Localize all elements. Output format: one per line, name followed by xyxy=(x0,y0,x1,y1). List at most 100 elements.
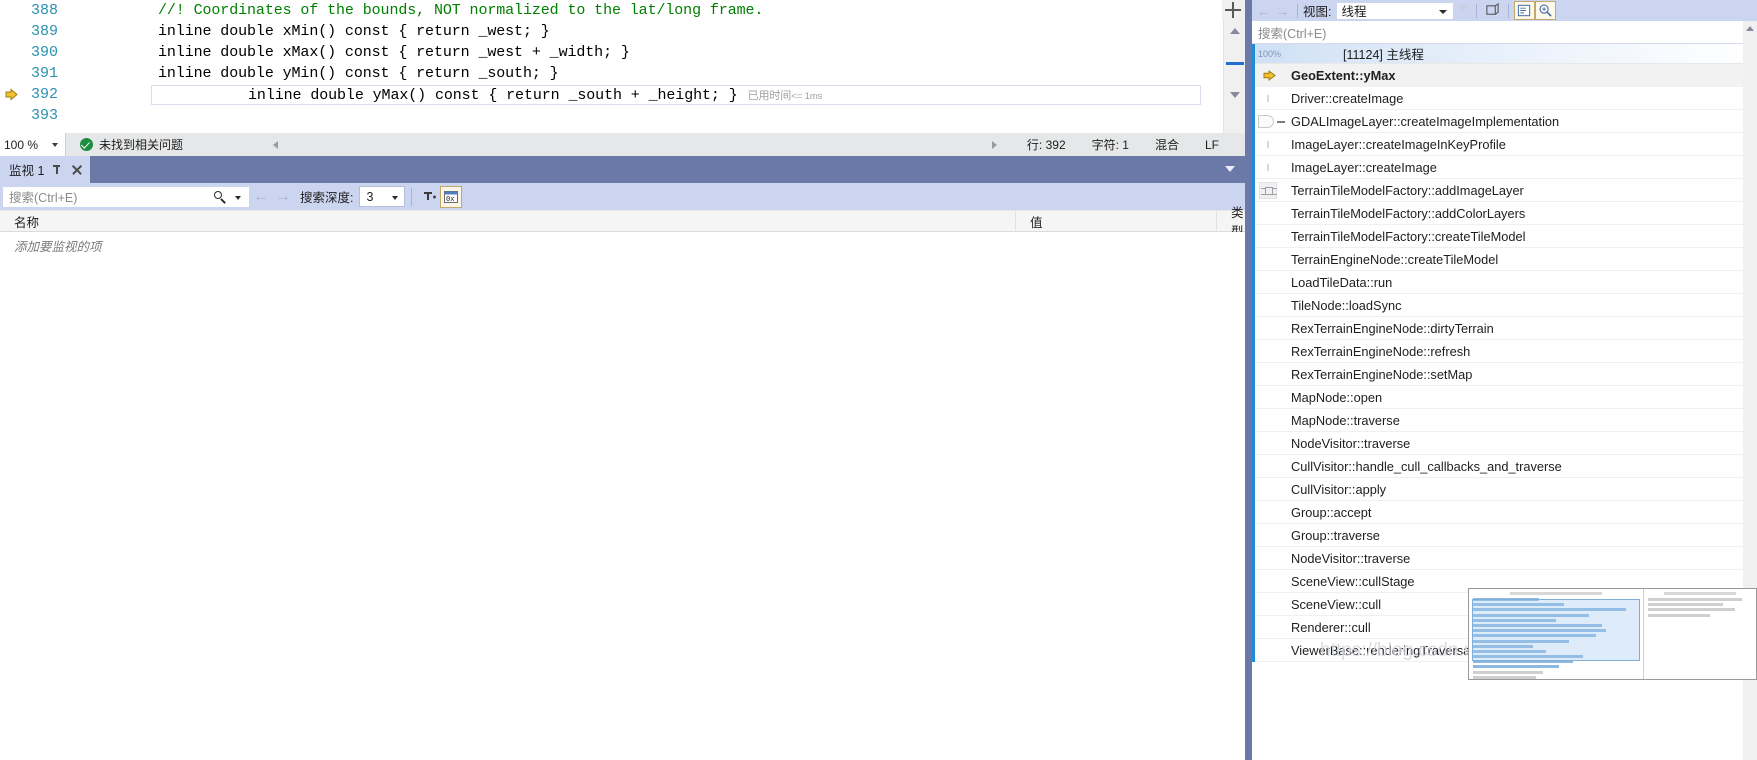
call-stack-frame-row[interactable]: MapNode::traverse xyxy=(1252,409,1757,432)
collapse-chevron-icon[interactable] xyxy=(273,140,279,149)
elapsed-value: <= 1ms xyxy=(791,90,823,102)
zoom-level-dropdown[interactable]: 100 % xyxy=(0,133,66,156)
call-stack-frame-row[interactable]: GeoExtent::yMax xyxy=(1252,64,1757,87)
splitter-grip[interactable] xyxy=(1222,0,1244,20)
call-stack-frame-row[interactable]: TerrainTileModelFactory::createTileModel xyxy=(1252,225,1757,248)
column-header-name[interactable]: 名称 xyxy=(0,210,1015,232)
frame-gutter-empty xyxy=(1255,455,1287,478)
chevron-up-icon[interactable] xyxy=(1746,26,1754,31)
tab-watch-1[interactable]: 监视 1 xyxy=(0,156,91,183)
glyph-margin[interactable] xyxy=(0,21,22,42)
call-stack-frame-label: TileNode::loadSync xyxy=(1291,297,1402,313)
line-number: 390 xyxy=(30,44,58,61)
pin-columns-button[interactable] xyxy=(418,186,440,208)
view-label: 视图: xyxy=(1303,5,1332,19)
call-stack-frame-row[interactable]: GDALImageLayer::createImageImplementatio… xyxy=(1252,110,1757,133)
code-line[interactable]: 388 //! Coordinates of the bounds, NOT n… xyxy=(0,0,1245,21)
callstack-back-button[interactable]: ← xyxy=(1254,0,1273,21)
code-text: inline double xMin() const { return _wes… xyxy=(158,23,550,40)
call-stack-frame-row[interactable]: NodeVisitor::traverse xyxy=(1252,432,1757,455)
call-stack-frame-row[interactable]: TileNode::loadSync xyxy=(1252,294,1757,317)
close-icon[interactable] xyxy=(71,164,83,176)
go-to-disassembly-button[interactable] xyxy=(1535,1,1557,20)
panel-splitter[interactable] xyxy=(1245,0,1252,760)
call-stack-frame-row[interactable]: Driver::createImage xyxy=(1252,87,1757,110)
unwind-frame-button[interactable] xyxy=(1514,1,1536,20)
watch-toolbar: 搜索(Ctrl+E) ← → 搜索深度: 3 0x xyxy=(0,183,1245,210)
code-line[interactable]: 390 inline double xMax() const { return … xyxy=(0,42,1245,63)
watch-add-item-placeholder[interactable]: 添加要监视的项 xyxy=(0,232,1245,255)
code-line[interactable]: 393 xyxy=(0,105,1245,126)
call-stack-frame-row[interactable]: Group::traverse xyxy=(1252,524,1757,547)
filter-icon[interactable] xyxy=(1454,0,1471,21)
frame-gutter-empty xyxy=(1255,294,1287,317)
call-stack-search-input[interactable]: 搜索(Ctrl+E) xyxy=(1252,21,1757,44)
call-stack-frame-row[interactable]: CullVisitor::apply xyxy=(1252,478,1757,501)
glyph-margin[interactable] xyxy=(0,42,22,63)
code-editor[interactable]: 388 //! Coordinates of the bounds, NOT n… xyxy=(0,0,1245,133)
call-stack-frame-label: GDALImageLayer::createImageImplementatio… xyxy=(1291,113,1560,129)
watch-rows-area[interactable]: 添加要监视的项 xyxy=(0,232,1245,742)
call-stack-frame-row[interactable]: TerrainEngineNode::createTileModel xyxy=(1252,248,1757,271)
call-stack-frame-row[interactable]: RexTerrainEngineNode::setMap xyxy=(1252,363,1757,386)
show-external-code-button[interactable] xyxy=(1482,1,1503,20)
call-stack-search-placeholder: 搜索(Ctrl+E) xyxy=(1258,26,1327,41)
chevron-down-icon[interactable] xyxy=(1225,166,1235,172)
call-stack-frame-label: MapNode::open xyxy=(1291,389,1383,405)
frame-box-icon xyxy=(1255,179,1287,202)
call-stack-frame-row[interactable]: CullVisitor::handle_cull_callbacks_and_t… xyxy=(1252,455,1757,478)
code-line[interactable]: 389 inline double xMin() const { return … xyxy=(0,21,1245,42)
call-stack-frame-label: RexTerrainEngineNode::dirtyTerrain xyxy=(1291,320,1494,336)
toolbar-divider xyxy=(1476,3,1478,18)
status-encoding-mode: 混合 xyxy=(1154,138,1179,152)
search-depth-dropdown[interactable]: 3 xyxy=(359,186,406,207)
search-icon[interactable] xyxy=(214,190,227,204)
call-stack-frame-label: ImageLayer::createImageInKeyProfile xyxy=(1291,136,1506,152)
column-header-value[interactable]: 值 xyxy=(1016,210,1216,232)
frame-gutter-empty xyxy=(1255,570,1287,593)
chevron-down-icon xyxy=(1439,9,1448,14)
frame-gutter-empty xyxy=(1255,271,1287,294)
search-next-button[interactable]: → xyxy=(272,183,294,210)
view-mode-dropdown[interactable]: 线程 xyxy=(1336,1,1455,20)
call-stack-frame-row[interactable]: Group::accept xyxy=(1252,501,1757,524)
call-stack-frame-row[interactable]: MapNode::open xyxy=(1252,386,1757,409)
frame-tick-icon xyxy=(1255,156,1287,179)
code-text: inline double yMax() const { return _sou… xyxy=(248,86,738,104)
scroll-down-button[interactable] xyxy=(1224,86,1245,104)
frame-gutter-empty xyxy=(1255,317,1287,340)
call-stack-thread-header[interactable]: 100% [11124] 主线程 xyxy=(1252,44,1757,64)
chevron-down-icon xyxy=(392,196,399,200)
column-header-type[interactable]: 类型 xyxy=(1217,206,1245,239)
expand-chevron-icon[interactable] xyxy=(991,140,997,149)
callstack-forward-button[interactable]: → xyxy=(1273,0,1292,21)
frame-gutter-empty xyxy=(1255,225,1287,248)
svg-text:0x: 0x xyxy=(446,195,454,203)
scroll-up-button[interactable] xyxy=(1224,22,1245,40)
call-stack-frame-row[interactable]: LoadTileData::run xyxy=(1252,271,1757,294)
watch-search-input[interactable]: 搜索(Ctrl+E) xyxy=(2,185,250,208)
search-prev-button[interactable]: ← xyxy=(250,183,272,210)
chevron-down-icon[interactable] xyxy=(235,195,241,200)
glyph-margin[interactable] xyxy=(0,84,22,105)
call-stack-frame-list[interactable]: GeoExtent::yMax Driver::createImageGDALIm… xyxy=(1252,64,1757,662)
preview-thumbnail-overlay[interactable] xyxy=(1468,588,1757,680)
watch-window: 监视 1 搜索(Ctrl+E) ← → 搜索深度: 3 0x 名称 值 类 添加… xyxy=(0,156,1245,760)
frame-gutter-empty xyxy=(1255,478,1287,501)
glyph-margin[interactable] xyxy=(0,0,22,21)
call-stack-frame-row[interactable]: RexTerrainEngineNode::refresh xyxy=(1252,340,1757,363)
call-stack-frame-row[interactable]: ImageLayer::createImageInKeyProfile xyxy=(1252,133,1757,156)
call-stack-frame-row[interactable]: TerrainTileModelFactory::addColorLayers xyxy=(1252,202,1757,225)
thread-percent: 100% xyxy=(1258,48,1282,59)
pin-icon[interactable] xyxy=(52,163,63,176)
call-stack-frame-row[interactable]: TerrainTileModelFactory::addImageLayer xyxy=(1252,179,1757,202)
call-stack-frame-label: MapNode::traverse xyxy=(1291,412,1400,428)
call-stack-frame-row[interactable]: ImageLayer::createImage xyxy=(1252,156,1757,179)
code-line-current[interactable]: 392 inline double yMax() const { return … xyxy=(0,84,1245,105)
call-stack-frame-label: NodeVisitor::traverse xyxy=(1291,550,1411,566)
call-stack-frame-row[interactable]: NodeVisitor::traverse xyxy=(1252,547,1757,570)
glyph-margin[interactable] xyxy=(0,105,22,126)
glyph-margin[interactable] xyxy=(0,63,22,84)
call-stack-frame-row[interactable]: RexTerrainEngineNode::dirtyTerrain xyxy=(1252,317,1757,340)
hex-display-toggle-button[interactable]: 0x xyxy=(440,185,463,208)
